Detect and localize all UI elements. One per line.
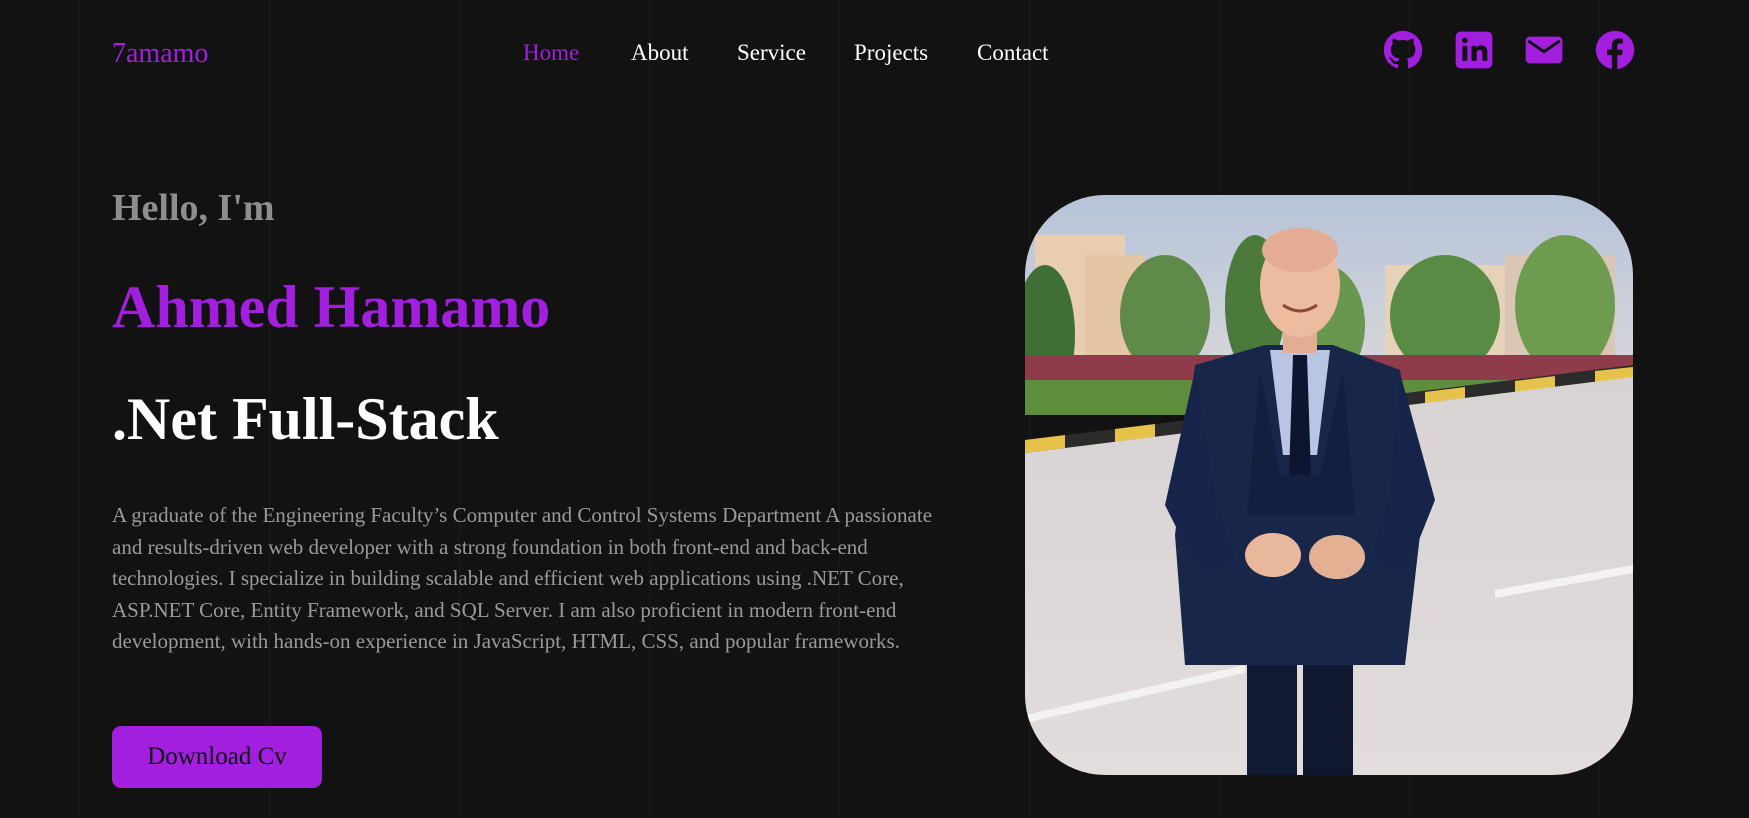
- profile-photo: [1025, 195, 1633, 775]
- site-logo[interactable]: 7amamo: [112, 36, 208, 72]
- facebook-icon[interactable]: [1595, 30, 1635, 70]
- nav-projects[interactable]: Projects: [854, 38, 928, 68]
- nav-home[interactable]: Home: [523, 38, 579, 68]
- download-cv-button[interactable]: Download Cv: [112, 726, 322, 788]
- grid-line: [649, 0, 650, 818]
- email-icon[interactable]: [1524, 30, 1564, 70]
- grid-line: [839, 0, 840, 818]
- nav-service[interactable]: Service: [737, 38, 806, 68]
- grid-line: [79, 0, 80, 818]
- github-icon[interactable]: [1383, 30, 1423, 70]
- hero-role: .Net Full-Stack: [112, 386, 499, 452]
- nav-about[interactable]: About: [631, 38, 689, 68]
- page: 7amamo Home About Service Projects Conta…: [0, 0, 1749, 818]
- hero-name: Ahmed Hamamo: [112, 274, 551, 340]
- linkedin-icon[interactable]: [1454, 30, 1494, 70]
- nav-contact[interactable]: Contact: [977, 38, 1049, 68]
- hero-bio: A graduate of the Engineering Faculty’s …: [112, 503, 933, 653]
- hero-greeting: Hello, I'm: [112, 187, 275, 229]
